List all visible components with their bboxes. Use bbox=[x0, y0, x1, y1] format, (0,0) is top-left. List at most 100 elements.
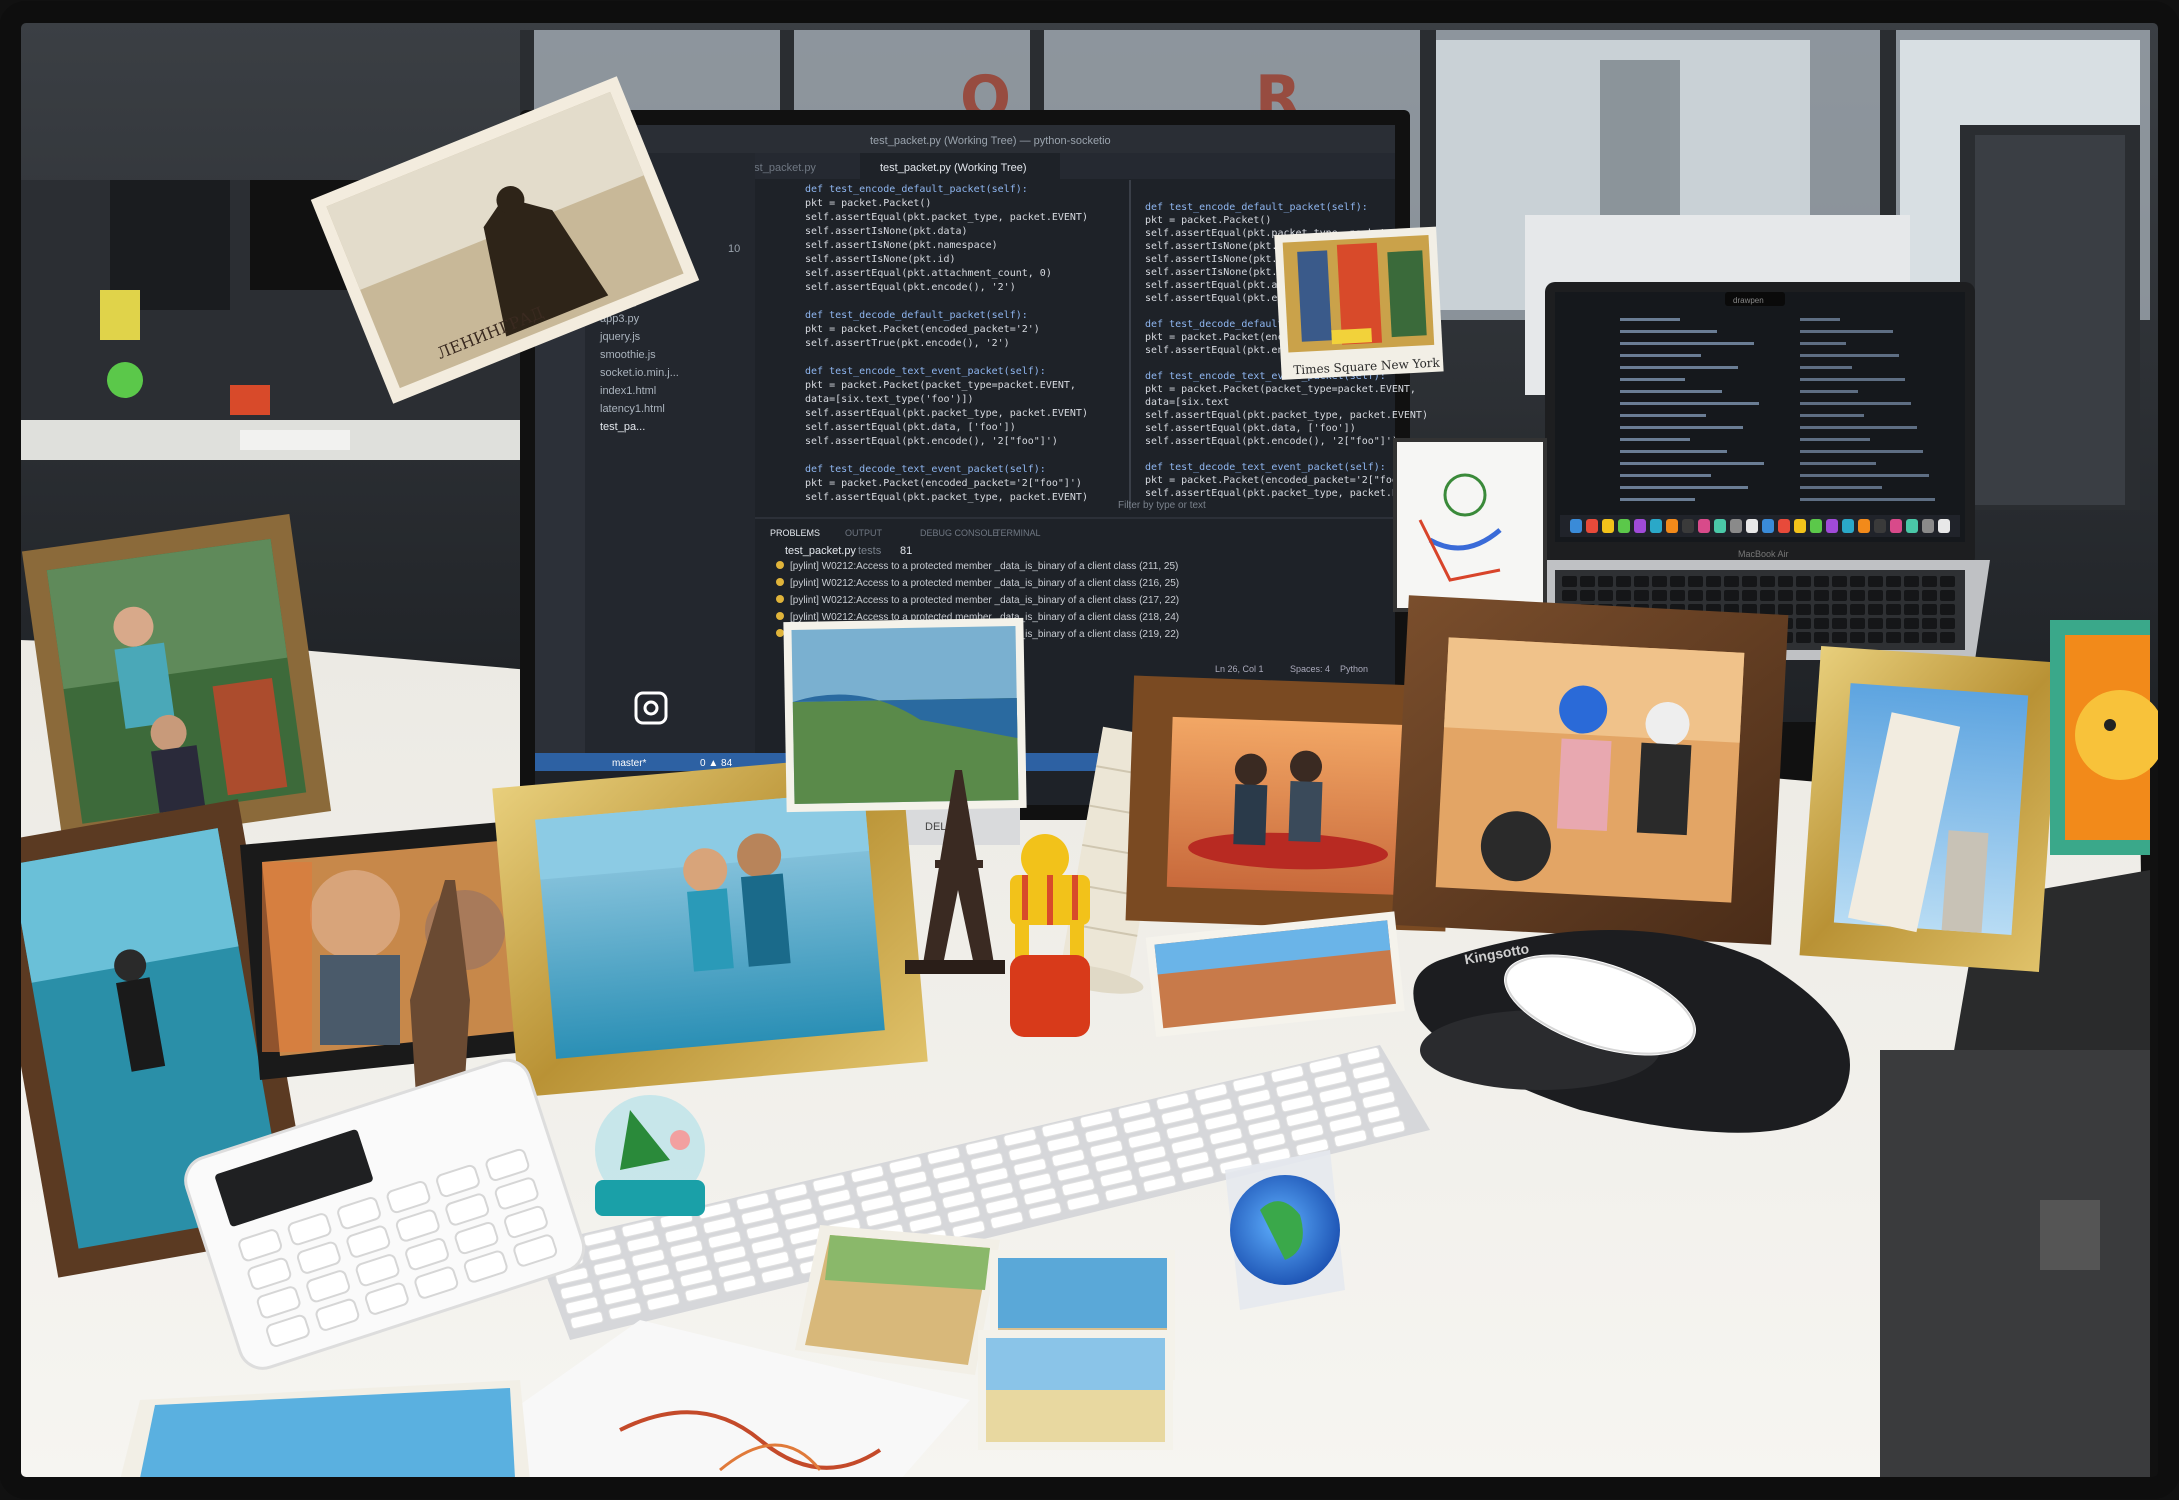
laptop-key[interactable] bbox=[1796, 618, 1811, 629]
laptop-key[interactable] bbox=[1904, 632, 1919, 643]
explorer-file[interactable]: latency1.html bbox=[600, 403, 665, 415]
explorer-file[interactable]: test_pa... bbox=[600, 421, 645, 433]
laptop-key[interactable] bbox=[1940, 618, 1955, 629]
dock-app-icon[interactable] bbox=[1666, 519, 1678, 533]
explorer-file[interactable]: jquery.js bbox=[599, 331, 641, 343]
status-spaces[interactable]: Spaces: 4 bbox=[1290, 664, 1330, 674]
laptop-key[interactable] bbox=[1832, 632, 1847, 643]
laptop-key[interactable] bbox=[1724, 576, 1739, 587]
filter-placeholder[interactable]: Filter by type or text bbox=[1118, 500, 1206, 511]
laptop-key[interactable] bbox=[1886, 576, 1901, 587]
laptop-key[interactable] bbox=[1706, 590, 1721, 601]
laptop-key[interactable] bbox=[1940, 576, 1955, 587]
status-branch[interactable]: master* bbox=[612, 758, 647, 769]
dock-app-icon[interactable] bbox=[1778, 519, 1790, 533]
laptop-key[interactable] bbox=[1868, 590, 1883, 601]
laptop-key[interactable] bbox=[1814, 604, 1829, 615]
laptop-key[interactable] bbox=[1832, 576, 1847, 587]
laptop-key[interactable] bbox=[1850, 618, 1865, 629]
explorer-file[interactable]: socket.io.min.j... bbox=[600, 367, 679, 379]
laptop-key[interactable] bbox=[1580, 590, 1595, 601]
laptop-key[interactable] bbox=[1778, 576, 1793, 587]
dock-app-icon[interactable] bbox=[1938, 519, 1950, 533]
problem-row[interactable]: [pylint] W0212:Access to a protected mem… bbox=[790, 578, 1179, 589]
laptop-key[interactable] bbox=[1562, 576, 1577, 587]
dock-app-icon[interactable] bbox=[1586, 519, 1598, 533]
dock-app-icon[interactable] bbox=[1810, 519, 1822, 533]
laptop-key[interactable] bbox=[1904, 590, 1919, 601]
laptop-key[interactable] bbox=[1814, 618, 1829, 629]
laptop-key[interactable] bbox=[1670, 590, 1685, 601]
laptop-key[interactable] bbox=[1778, 590, 1793, 601]
laptop-key[interactable] bbox=[1580, 576, 1595, 587]
dock-app-icon[interactable] bbox=[1826, 519, 1838, 533]
laptop-key[interactable] bbox=[1652, 576, 1667, 587]
panel-tab[interactable]: TERMINAL bbox=[995, 528, 1041, 538]
laptop-key[interactable] bbox=[1796, 604, 1811, 615]
dock-app-icon[interactable] bbox=[1906, 519, 1918, 533]
laptop-key[interactable] bbox=[1886, 618, 1901, 629]
laptop-key[interactable] bbox=[1598, 590, 1613, 601]
problem-row[interactable]: [pylint] W0212:Access to a protected mem… bbox=[790, 595, 1179, 606]
laptop-key[interactable] bbox=[1832, 590, 1847, 601]
laptop-key[interactable] bbox=[1904, 618, 1919, 629]
dock-app-icon[interactable] bbox=[1794, 519, 1806, 533]
laptop-key[interactable] bbox=[1688, 576, 1703, 587]
laptop-key[interactable] bbox=[1670, 576, 1685, 587]
laptop-key[interactable] bbox=[1652, 590, 1667, 601]
laptop-key[interactable] bbox=[1778, 604, 1793, 615]
dock-app-icon[interactable] bbox=[1730, 519, 1742, 533]
laptop-key[interactable] bbox=[1886, 632, 1901, 643]
laptop-key[interactable] bbox=[1598, 576, 1613, 587]
dock-app-icon[interactable] bbox=[1922, 519, 1934, 533]
laptop-key[interactable] bbox=[1796, 576, 1811, 587]
dock-app-icon[interactable] bbox=[1762, 519, 1774, 533]
explorer-file[interactable]: smoothie.js bbox=[600, 349, 656, 361]
laptop-key[interactable] bbox=[1868, 632, 1883, 643]
dock-app-icon[interactable] bbox=[1874, 519, 1886, 533]
panel-tab[interactable]: PROBLEMS bbox=[770, 528, 820, 538]
laptop-key[interactable] bbox=[1850, 632, 1865, 643]
laptop-key[interactable] bbox=[1922, 632, 1937, 643]
tab-inactive[interactable]: test_packet.py bbox=[745, 162, 816, 174]
laptop-key[interactable] bbox=[1850, 590, 1865, 601]
laptop-key[interactable] bbox=[1796, 590, 1811, 601]
laptop-key[interactable] bbox=[1868, 604, 1883, 615]
dock-app-icon[interactable] bbox=[1682, 519, 1694, 533]
tab-active[interactable]: test_packet.py (Working Tree) bbox=[880, 162, 1027, 174]
laptop-key[interactable] bbox=[1832, 604, 1847, 615]
laptop-key[interactable] bbox=[1742, 590, 1757, 601]
laptop-key[interactable] bbox=[1850, 576, 1865, 587]
dock-app-icon[interactable] bbox=[1746, 519, 1758, 533]
problem-row[interactable]: [pylint] W0212:Access to a protected mem… bbox=[790, 561, 1178, 572]
dock-app-icon[interactable] bbox=[1858, 519, 1870, 533]
status-counts[interactable]: 0 ▲ 84 bbox=[700, 758, 733, 769]
dock-app-icon[interactable] bbox=[1602, 519, 1614, 533]
laptop-key[interactable] bbox=[1886, 604, 1901, 615]
laptop-key[interactable] bbox=[1904, 576, 1919, 587]
explorer-file[interactable]: index1.html bbox=[600, 385, 656, 397]
laptop-key[interactable] bbox=[1940, 590, 1955, 601]
laptop-key[interactable] bbox=[1940, 632, 1955, 643]
dock-app-icon[interactable] bbox=[1842, 519, 1854, 533]
laptop-key[interactable] bbox=[1616, 576, 1631, 587]
laptop-key[interactable] bbox=[1922, 604, 1937, 615]
dock-app-icon[interactable] bbox=[1890, 519, 1902, 533]
laptop-key[interactable] bbox=[1760, 590, 1775, 601]
dock-app-icon[interactable] bbox=[1698, 519, 1710, 533]
laptop-key[interactable] bbox=[1724, 590, 1739, 601]
status-language[interactable]: Python bbox=[1340, 664, 1368, 674]
laptop-key[interactable] bbox=[1832, 618, 1847, 629]
dock-app-icon[interactable] bbox=[1714, 519, 1726, 533]
laptop-key[interactable] bbox=[1634, 590, 1649, 601]
laptop-key[interactable] bbox=[1562, 590, 1577, 601]
laptop-key[interactable] bbox=[1814, 632, 1829, 643]
laptop-key[interactable] bbox=[1922, 618, 1937, 629]
laptop-key[interactable] bbox=[1634, 576, 1649, 587]
laptop-key[interactable] bbox=[1760, 576, 1775, 587]
laptop-key[interactable] bbox=[1940, 604, 1955, 615]
dock-app-icon[interactable] bbox=[1618, 519, 1630, 533]
laptop-key[interactable] bbox=[1616, 590, 1631, 601]
laptop-key[interactable] bbox=[1904, 604, 1919, 615]
dock-app-icon[interactable] bbox=[1634, 519, 1646, 533]
